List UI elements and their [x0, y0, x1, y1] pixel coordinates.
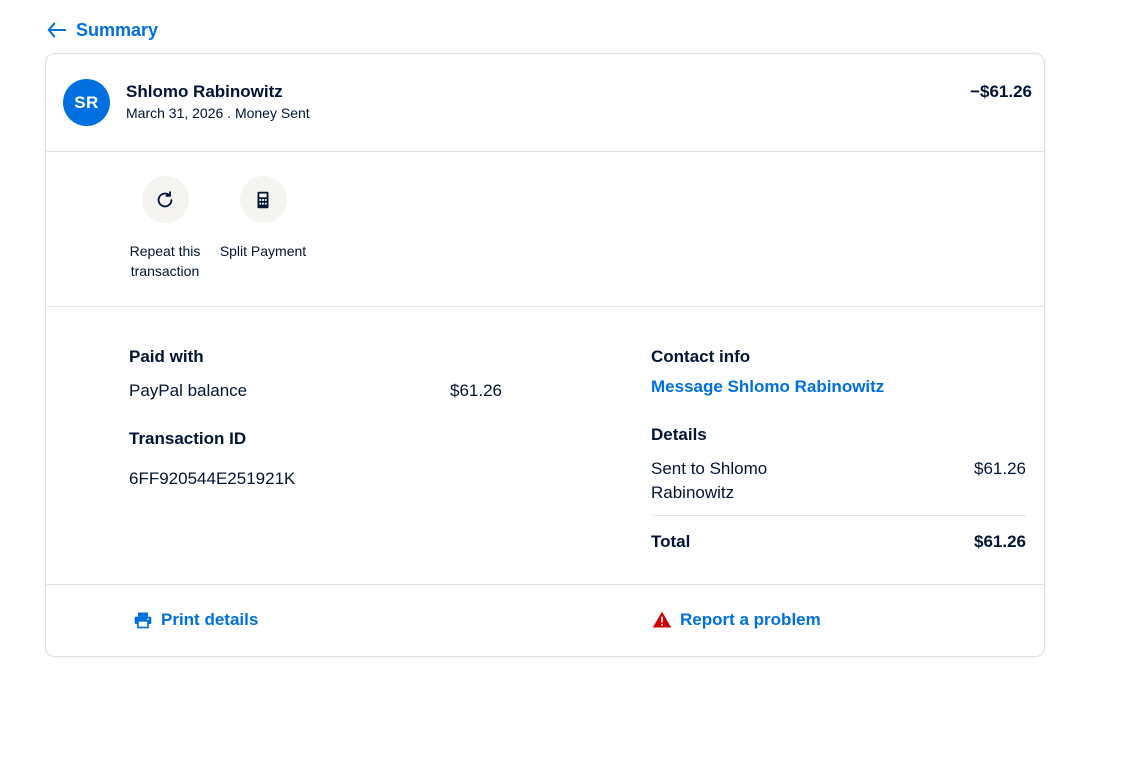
back-link-label: Summary	[76, 19, 159, 40]
contact-info-heading: Contact info	[651, 347, 751, 366]
payment-amount: $61.26	[450, 381, 502, 400]
refresh-icon	[157, 190, 173, 207]
paid-with-heading: Paid with	[129, 347, 204, 366]
printer-icon	[134, 612, 152, 629]
total-label: Total	[651, 532, 691, 551]
sent-to-amount: $61.26	[974, 459, 1026, 478]
repeat-transaction-button[interactable]: Repeat this transaction	[120, 176, 210, 281]
arrow-left-icon	[47, 22, 67, 38]
warning-icon	[652, 611, 672, 628]
split-payment-button[interactable]: Split Payment	[218, 176, 308, 261]
card-footer: Print details Report a problem	[46, 585, 1044, 658]
transaction-date-type: March 31, 2026 . Money Sent	[126, 105, 310, 121]
transaction-header: SR Shlomo Rabinowitz March 31, 2026 . Mo…	[46, 54, 1044, 152]
recipient-name: Shlomo Rabinowitz	[126, 82, 283, 101]
transaction-amount: −$61.26	[970, 82, 1032, 101]
back-to-summary-link[interactable]: Summary	[46, 19, 158, 41]
details-heading: Details	[651, 425, 707, 444]
print-details-button[interactable]: Print details	[133, 610, 258, 630]
sent-to-label-line1: Sent to Shlomo	[651, 459, 768, 478]
transaction-details: Paid with PayPal balance $61.26 Transact…	[46, 307, 1044, 585]
report-problem-button[interactable]: Report a problem	[652, 610, 821, 630]
quick-actions: Repeat this transaction Split Payment	[46, 152, 1044, 307]
calculator-icon	[257, 191, 269, 208]
repeat-icon-circle	[141, 176, 189, 223]
transaction-card: SR Shlomo Rabinowitz March 31, 2026 . Mo…	[45, 53, 1045, 657]
transaction-id-heading: Transaction ID	[129, 429, 247, 448]
avatar: SR	[63, 79, 110, 126]
details-divider	[651, 515, 1026, 516]
sent-to-label-line2: Rabinowitz	[651, 483, 735, 502]
message-recipient-link[interactable]: Message Shlomo Rabinowitz	[651, 377, 884, 397]
transaction-id-value: 6FF920544E251921K	[129, 469, 296, 488]
repeat-transaction-label: Repeat this transaction	[129, 243, 201, 279]
split-icon-circle	[239, 176, 287, 223]
total-amount: $61.26	[974, 532, 1026, 551]
report-problem-label: Report a problem	[680, 610, 821, 629]
payment-method: PayPal balance	[129, 381, 248, 400]
print-details-label: Print details	[161, 610, 259, 629]
split-payment-label: Split Payment	[219, 243, 307, 259]
